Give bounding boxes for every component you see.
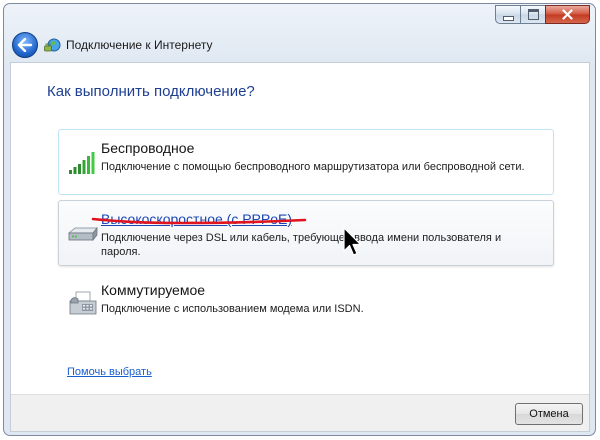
close-button[interactable] bbox=[545, 5, 590, 24]
wireless-signal-icon bbox=[69, 152, 95, 174]
minimize-button[interactable] bbox=[495, 5, 521, 24]
maximize-button[interactable] bbox=[520, 5, 546, 24]
wizard-footer: Отмена bbox=[11, 394, 589, 431]
content-panel: Как выполнить подключение? Беспроводное … bbox=[10, 62, 590, 432]
cancel-button[interactable]: Отмена bbox=[515, 403, 583, 425]
option-wireless-description: Подключение с помощью беспроводного марш… bbox=[101, 161, 525, 173]
wizard-header: Подключение к Интернету bbox=[4, 32, 595, 66]
close-icon bbox=[562, 9, 573, 20]
back-arrow-icon bbox=[17, 38, 33, 52]
title-bar bbox=[4, 4, 595, 32]
wizard-title: Подключение к Интернету bbox=[66, 38, 213, 52]
option-dialup-title: Коммутируемое bbox=[101, 282, 206, 298]
back-button[interactable] bbox=[12, 32, 38, 58]
minimize-icon bbox=[502, 15, 514, 21]
maximize-icon bbox=[527, 9, 539, 20]
red-underline-annotation bbox=[91, 217, 307, 225]
dialup-fax-icon bbox=[69, 291, 97, 315]
page-heading: Как выполнить подключение? bbox=[47, 83, 255, 100]
mouse-cursor-icon bbox=[343, 227, 362, 256]
option-wireless-title: Беспроводное bbox=[101, 140, 195, 156]
help-me-choose-link[interactable]: Помочь выбрать bbox=[67, 366, 152, 378]
network-globe-icon bbox=[44, 38, 61, 52]
option-wireless[interactable]: Беспроводное Подключение с помощью беспр… bbox=[58, 129, 554, 195]
option-dialup-description: Подключение с использованием модема или … bbox=[101, 303, 364, 315]
option-broadband-pppoe[interactable]: Высокоскоростное (с PPPoE) Подключение ч… bbox=[58, 200, 554, 266]
option-broadband-description: Подключение через DSL или кабель, требую… bbox=[101, 232, 502, 258]
option-dialup[interactable]: Коммутируемое Подключение с использовани… bbox=[58, 271, 554, 337]
